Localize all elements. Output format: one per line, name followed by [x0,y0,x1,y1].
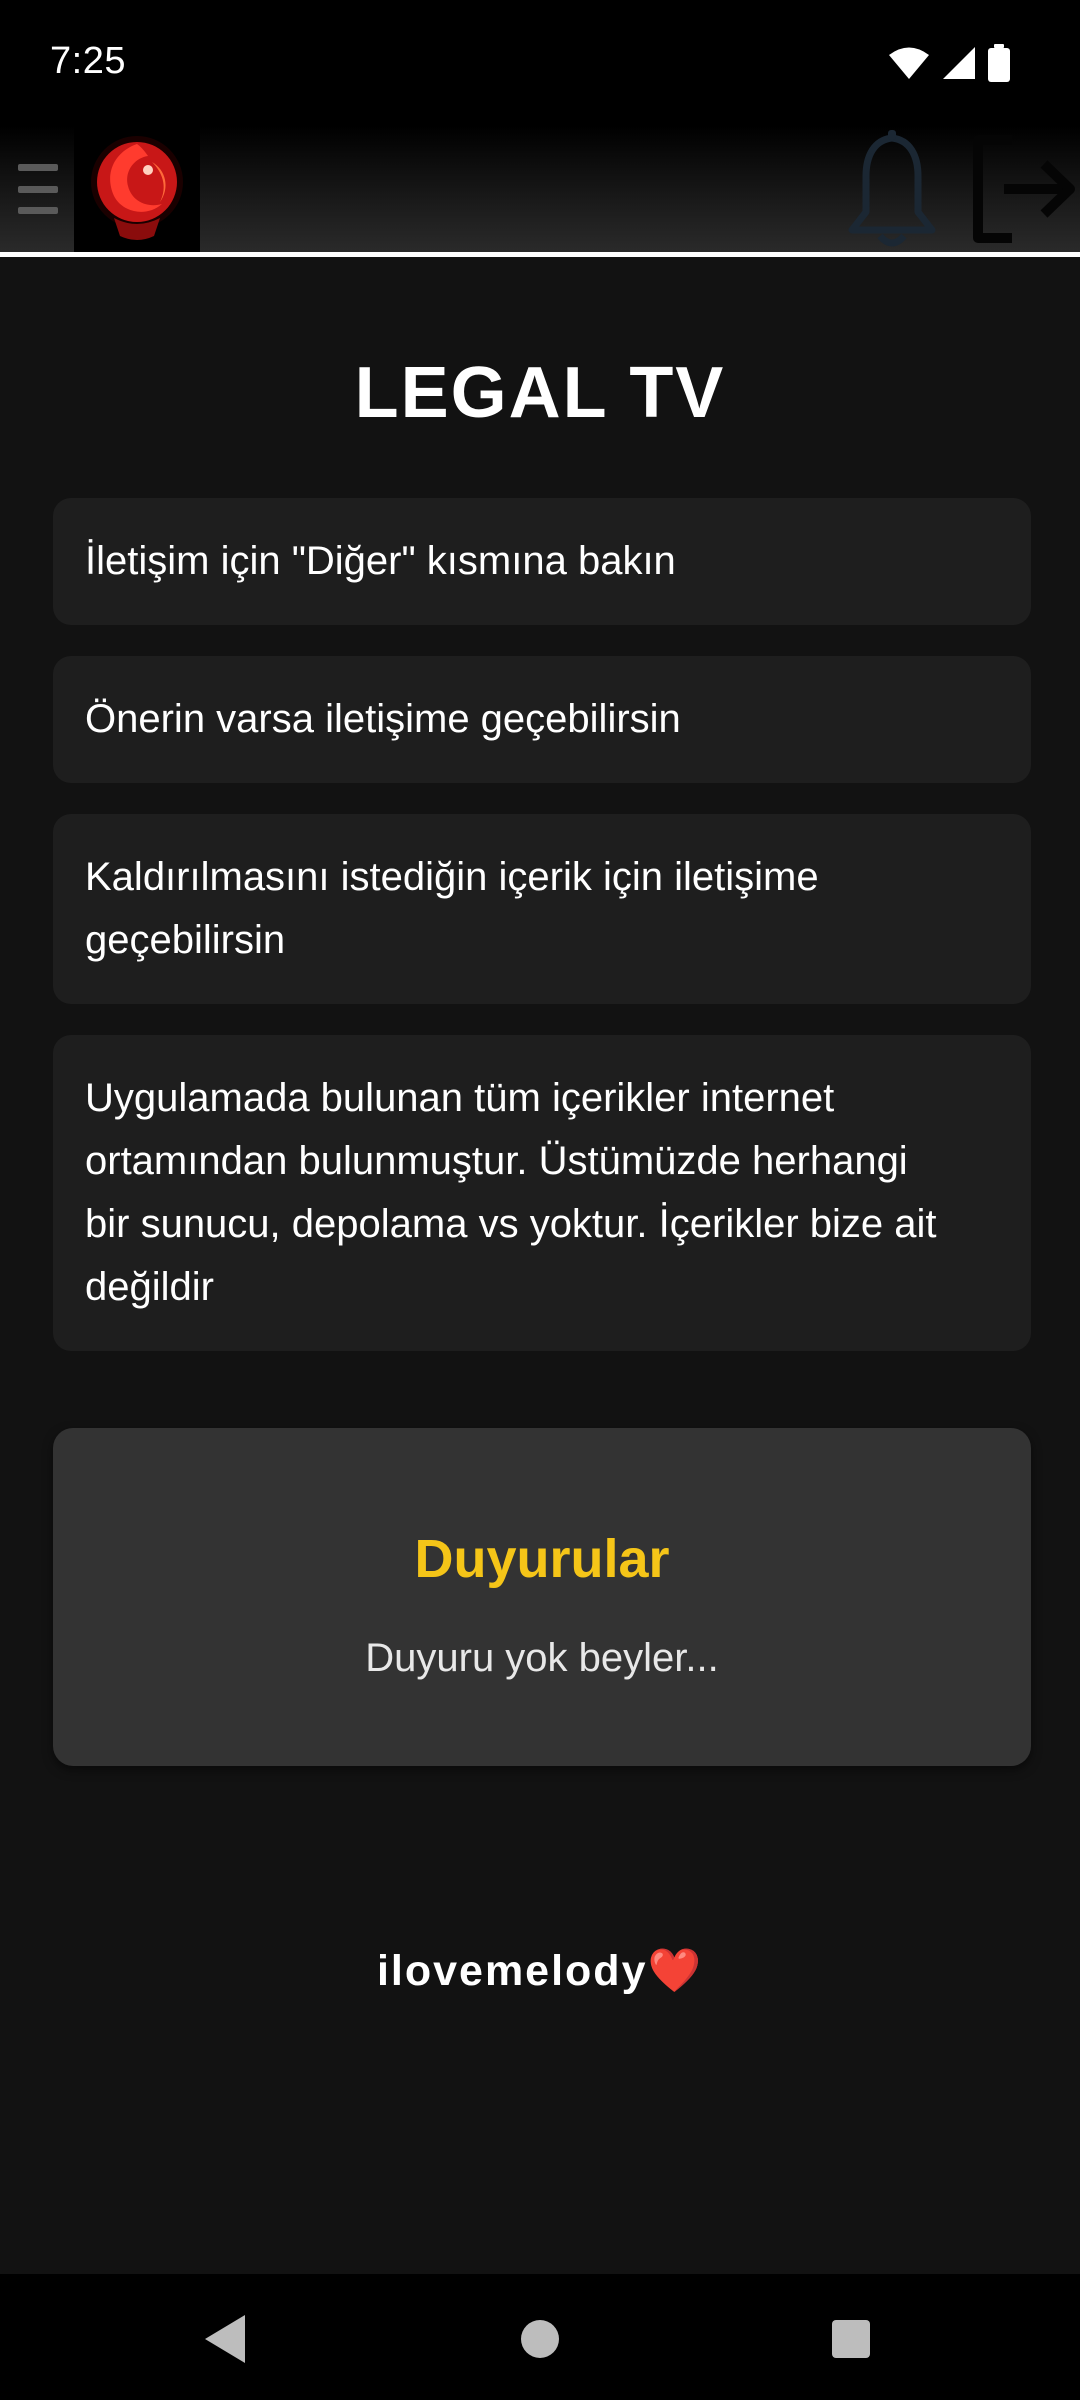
status-time: 7:25 [50,40,126,82]
app-screen: 7:25 LEGAL TV İletişim için "Diğer" kısm… [0,0,1080,2400]
info-card-disclaimer: Uygulamada bulunan tüm içerikler interne… [53,1035,1031,1351]
info-card-text: ortamından bulunmuştur. Üstümüzde herhan… [85,1139,908,1183]
info-card-suggestion: Önerin varsa iletişime geçebilirsin [53,656,1031,783]
info-card-text: geçebilirsin [85,918,286,962]
top-app-bar [0,126,1080,257]
wifi-icon [889,47,929,79]
footer-text: ilovemelody [376,1947,648,1995]
info-card-text: Kaldırılmasını istediğin içerik için ile… [85,855,819,899]
battery-icon [988,44,1010,82]
announcements-text: Duyuru yok beyler... [365,1636,719,1680]
info-card-text: İletişim için "Diğer" kısmına bakın [85,539,676,583]
home-icon[interactable] [495,2294,585,2384]
phoenix-logo [74,126,200,252]
page-title: LEGAL TV [354,353,726,433]
info-card-text: Önerin varsa iletişime geçebilirsin [85,697,681,741]
back-icon[interactable] [180,2294,270,2384]
announcements-card: Duyurular Duyuru yok beyler... [53,1428,1031,1766]
system-nav-bar [0,2274,1080,2400]
logout-icon[interactable] [968,126,1080,252]
announcements-title: Duyurular [414,1529,670,1589]
hamburger-menu-icon[interactable] [18,164,58,214]
status-bar: 7:25 [0,0,1080,126]
bell-icon[interactable] [838,126,946,252]
info-card-text: değildir [85,1265,214,1309]
recents-icon[interactable] [806,2294,896,2384]
info-card-text: bir sunucu, depolama vs yoktur. İçerikle… [85,1202,937,1246]
footer-signature: ilovemelody❤️ [0,1946,1080,1996]
info-card-removal: Kaldırılmasını istediğin içerik için ile… [53,814,1031,1004]
cell-signal-icon [943,47,975,79]
info-card-text: Uygulamada bulunan tüm içerikler interne… [85,1076,835,1120]
info-card-contact: İletişim için "Diğer" kısmına bakın [53,498,1031,625]
status-icons [888,44,1010,82]
heart-icon: ❤️ [647,1947,704,1995]
